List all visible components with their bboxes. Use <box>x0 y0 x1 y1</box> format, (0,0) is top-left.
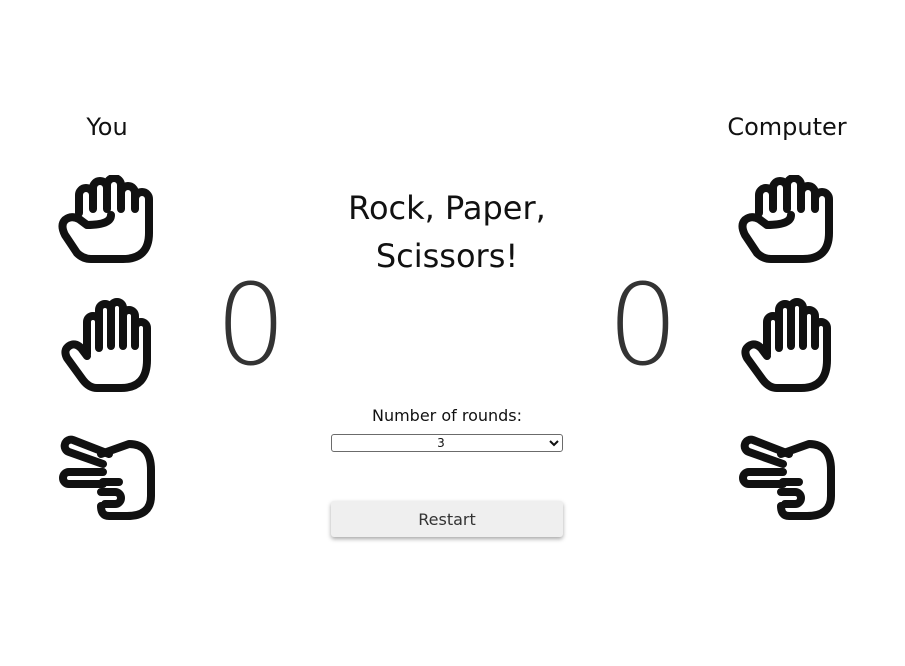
open-hand-icon <box>61 298 151 392</box>
game-title-line-1: Rock, Paper, <box>348 189 546 227</box>
computer-scissors-icon-box <box>737 430 837 522</box>
player-label-computer: Computer <box>727 113 847 141</box>
fist-icon <box>738 175 833 263</box>
player-paper-button[interactable] <box>57 298 157 392</box>
scissors-hand-icon <box>59 435 155 520</box>
open-hand-icon <box>741 298 831 392</box>
scissors-hand-icon <box>739 435 835 520</box>
computer-paper-icon-box <box>737 298 837 392</box>
game-title: Rock, Paper, Scissors! <box>297 184 597 280</box>
player-score: 0 <box>215 261 287 391</box>
fist-icon <box>58 175 153 263</box>
rounds-label: Number of rounds: <box>371 406 523 425</box>
restart-button[interactable]: Restart <box>331 501 563 537</box>
rounds-select[interactable]: 3 <box>331 434 563 452</box>
computer-score: 0 <box>607 261 679 391</box>
player-label-you: You <box>86 113 128 141</box>
game-title-line-2: Scissors! <box>375 237 519 275</box>
player-rock-button[interactable] <box>57 175 157 267</box>
computer-rock-icon-box <box>737 175 837 267</box>
player-scissors-button[interactable] <box>57 430 157 522</box>
